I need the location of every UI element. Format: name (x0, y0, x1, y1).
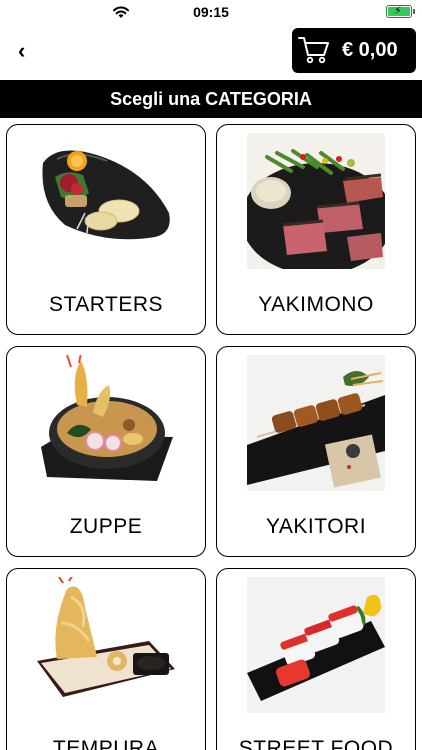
category-header: Scegli una CATEGORIA (0, 80, 422, 118)
cart-icon (298, 37, 329, 64)
category-label: STREET FOOD (238, 737, 394, 750)
yakitori-photo (247, 355, 385, 491)
category-card-zuppe[interactable]: ZUPPE (6, 346, 206, 557)
yakimono-photo (247, 133, 385, 269)
category-label: ZUPPE (69, 515, 143, 538)
category-label: STARTERS (48, 293, 164, 316)
tempura-photo (37, 577, 175, 713)
starters-photo (37, 133, 175, 269)
cart-total: € 0,00 (342, 39, 398, 61)
zuppe-photo (37, 355, 175, 491)
street-food-photo (247, 577, 385, 713)
category-grid: STARTERS YAKIMONO ZUPPE YAKITORI TEMPURA… (0, 118, 422, 750)
back-button[interactable]: ‹ (18, 38, 40, 64)
status-time: 09:15 (193, 4, 229, 20)
category-label: YAKITORI (265, 515, 367, 538)
category-card-tempura[interactable]: TEMPURA (6, 568, 206, 750)
category-label: TEMPURA (52, 737, 160, 750)
battery-icon: ⚡ (386, 5, 415, 18)
cart-button[interactable]: € 0,00 (292, 28, 416, 73)
status-bar: 09:15 ⚡ (0, 0, 422, 26)
category-card-starters[interactable]: STARTERS (6, 124, 206, 335)
category-card-yakitori[interactable]: YAKITORI (216, 346, 416, 557)
category-label: YAKIMONO (258, 293, 374, 316)
category-card-street-food[interactable]: STREET FOOD (216, 568, 416, 750)
category-card-yakimono[interactable]: YAKIMONO (216, 124, 416, 335)
